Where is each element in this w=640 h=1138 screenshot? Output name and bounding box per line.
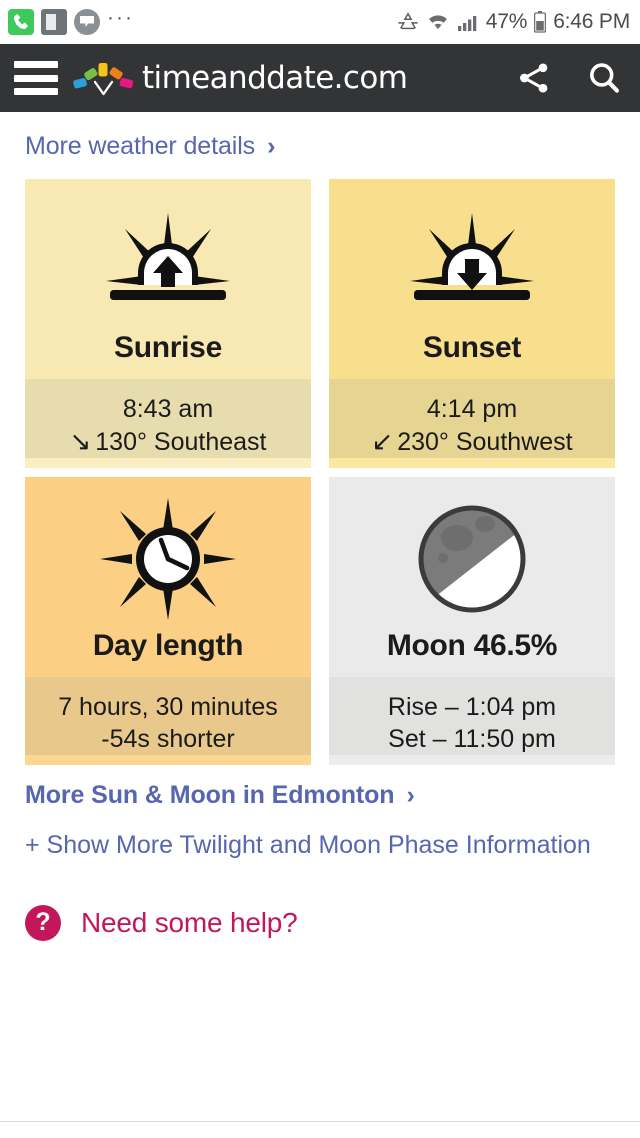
site-header: timeanddate.com: [0, 44, 640, 112]
more-weather-details-label: More weather details: [25, 132, 256, 160]
brand-name: timeanddate.com: [142, 60, 408, 96]
sunrise-icon: [106, 213, 230, 300]
sunrise-title: Sunrise: [114, 331, 222, 364]
day-length-icon-wrap: [31, 498, 305, 621]
phone-icon: [8, 9, 34, 35]
sun-moon-card-grid: Sunrise 8:43 am ↘ 130° Southeast Sunset …: [25, 179, 615, 766]
day-length-duration: 7 hours, 30 minutes: [58, 693, 278, 722]
messenger-icon: [74, 9, 100, 35]
moon-rise: Rise – 1:04 pm: [387, 693, 557, 722]
status-bar-right-icons: 47% 6:46 PM: [397, 10, 630, 34]
question-mark-icon: ?: [25, 904, 61, 941]
bottom-divider: [0, 1121, 640, 1122]
sunrise-card-head: Sunrise: [25, 179, 311, 379]
hamburger-menu-icon[interactable]: [14, 61, 58, 95]
sunset-card-head: Sunset: [329, 179, 615, 379]
sunset-time: 4:14 pm: [426, 395, 518, 423]
share-icon[interactable]: [516, 60, 552, 96]
arrow-down-left-icon: ↙: [371, 426, 394, 456]
sunset-details: 4:14 pm ↙ 230° Southwest: [329, 379, 615, 459]
flipboard-icon: [41, 9, 67, 35]
hamburger-bar: [14, 88, 58, 95]
main-content: More weather details › Sunrise 8:43 am ↘…: [0, 112, 640, 941]
recycle-icon: [398, 12, 418, 30]
day-length-title: Day length: [92, 629, 244, 663]
battery-percent-label: 47%: [485, 10, 528, 33]
more-sun-moon-label: More Sun & Moon in Edmonton: [25, 781, 395, 810]
sunset-direction-line: ↙ 230° Southwest: [333, 425, 611, 458]
brand-logo-link[interactable]: timeanddate.com: [72, 58, 408, 98]
sunset-direction: 230° Southwest: [397, 428, 573, 456]
day-length-card-head: Day length: [25, 477, 311, 678]
hamburger-bar: [14, 61, 58, 68]
wifi-icon: [428, 15, 447, 29]
moon-card-foot: [329, 755, 615, 766]
show-more-twilight-link[interactable]: + Show More Twilight and Moon Phase Info…: [25, 824, 615, 867]
arrow-down-right-icon: ↘: [69, 426, 92, 456]
sunset-card-foot: [329, 458, 615, 469]
moon-details: Rise – 1:04 pm Set – 11:50 pm: [329, 677, 615, 756]
status-bar: ··· 47% 6:46 PM: [0, 0, 640, 44]
need-help-link[interactable]: ? Need some help?: [25, 867, 615, 941]
moon-set: Set – 11:50 pm: [388, 725, 556, 754]
overflow-dots-icon: ···: [107, 6, 134, 29]
chevron-right-icon: ›: [267, 132, 276, 160]
day-length-card-foot: [25, 755, 311, 766]
day-length-delta: -54s shorter: [101, 725, 235, 754]
moon-card-head: Moon 46.5%: [329, 477, 615, 678]
sunrise-icon-wrap: [31, 201, 305, 321]
more-weather-details-link[interactable]: More weather details ›: [25, 112, 615, 179]
sunset-icon-wrap: [335, 201, 609, 321]
hamburger-bar: [14, 74, 58, 82]
moon-icon-wrap: [335, 499, 609, 619]
sunset-card[interactable]: Sunset 4:14 pm ↙ 230° Southwest: [329, 179, 615, 469]
more-sun-moon-link[interactable]: More Sun & Moon in Edmonton ›: [25, 781, 615, 824]
signal-icon: [457, 16, 477, 31]
moon-phase-icon: [418, 505, 526, 613]
status-bar-clock: 6:46 PM: [553, 10, 630, 33]
day-length-details: 7 hours, 30 minutes -54s shorter: [25, 677, 311, 756]
sunrise-direction: 130° Southeast: [95, 428, 267, 456]
sunset-title: Sunset: [422, 331, 522, 364]
sunset-icon: [410, 213, 534, 300]
chevron-right-icon: ›: [406, 781, 415, 810]
timeanddate-logo-icon: [73, 63, 134, 96]
footer-links: More Sun & Moon in Edmonton › + Show Mor…: [25, 765, 615, 867]
sunrise-direction-line: ↘ 130° Southeast: [29, 425, 307, 458]
need-help-label: Need some help?: [81, 906, 298, 938]
moon-title: Moon 46.5%: [386, 629, 558, 663]
day-length-card[interactable]: Day length 7 hours, 30 minutes -54s shor…: [25, 477, 311, 766]
status-bar-left-icons: ···: [8, 6, 134, 35]
day-length-icon: [100, 498, 236, 621]
battery-icon: [534, 11, 547, 33]
header-actions: [516, 60, 622, 96]
search-icon[interactable]: [586, 60, 622, 96]
sunrise-time: 8:43 am: [122, 395, 214, 423]
sunrise-card[interactable]: Sunrise 8:43 am ↘ 130° Southeast: [25, 179, 311, 469]
sunrise-details: 8:43 am ↘ 130° Southeast: [25, 379, 311, 459]
moon-card[interactable]: Moon 46.5% Rise – 1:04 pm Set – 11:50 pm: [329, 477, 615, 766]
sunrise-card-foot: [25, 458, 311, 469]
